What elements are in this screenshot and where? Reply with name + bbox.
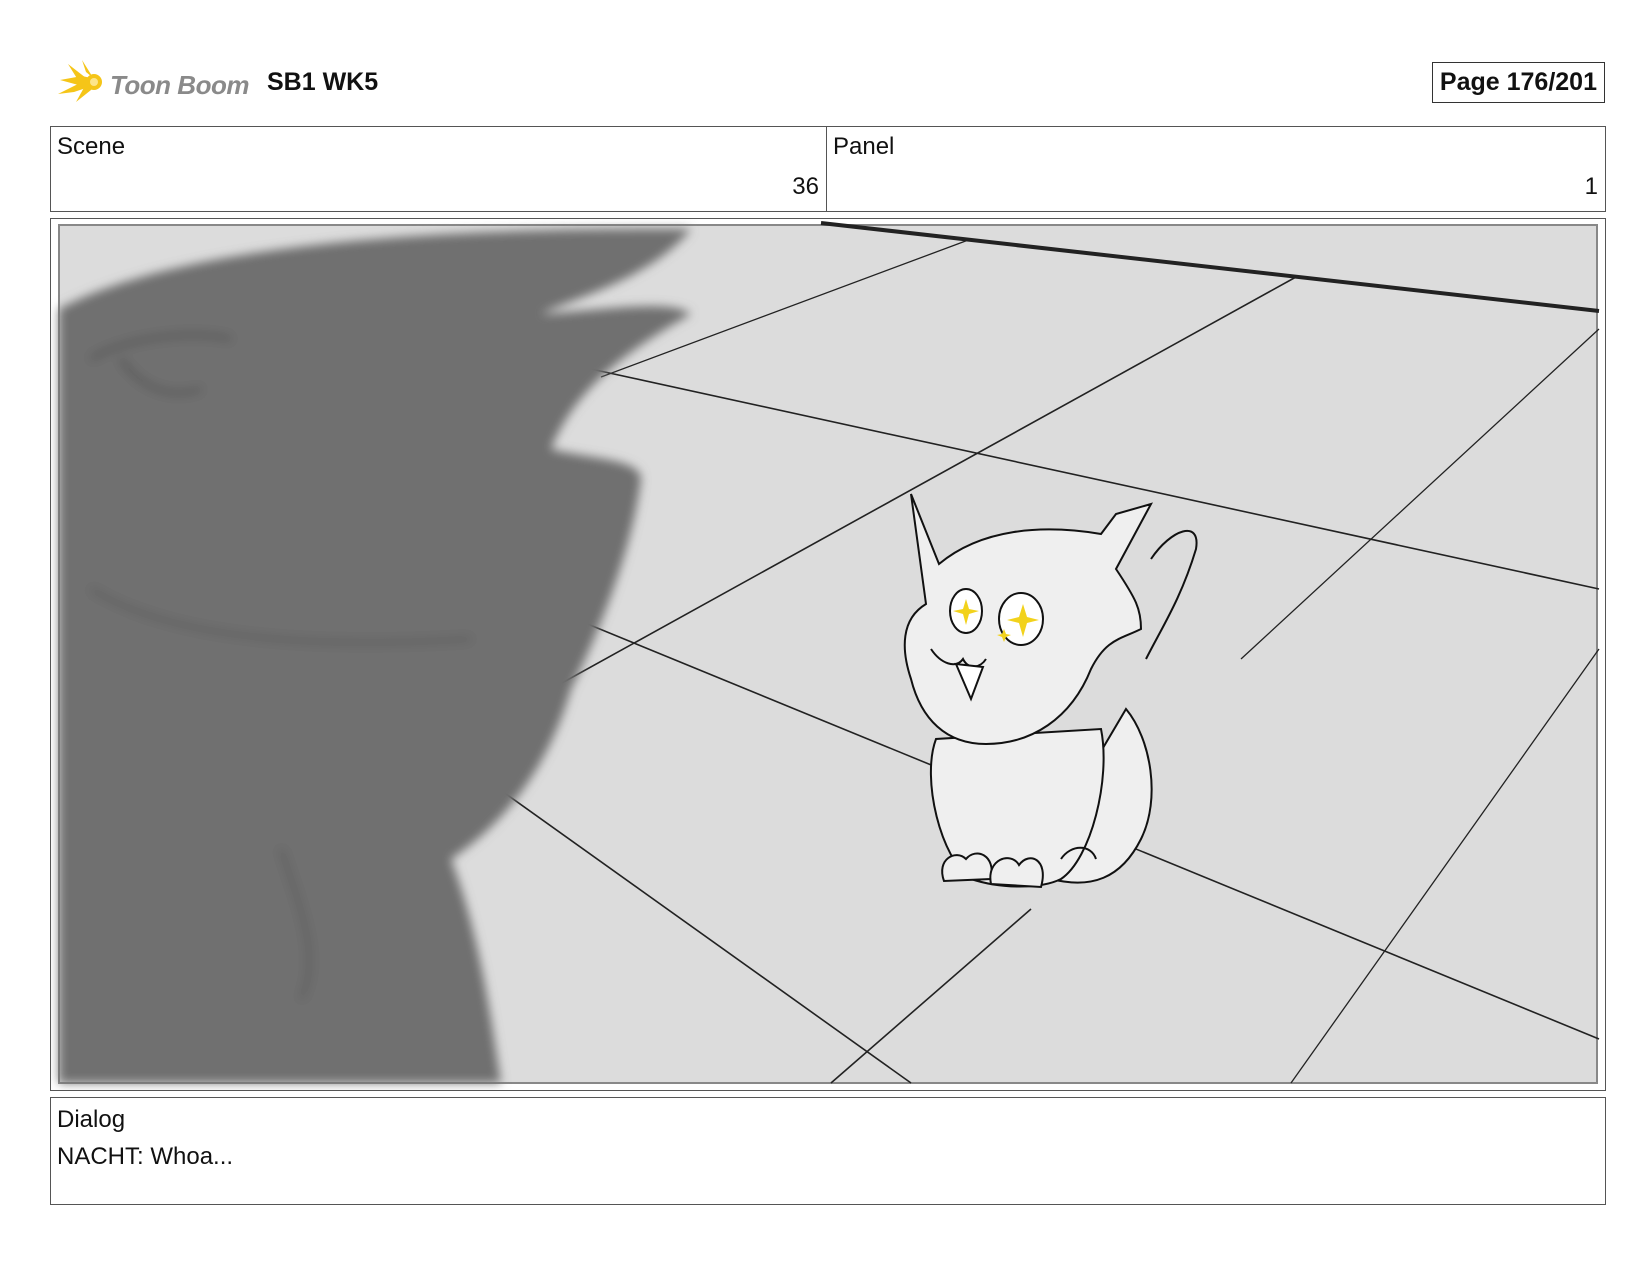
storyboard-panel-image	[50, 218, 1606, 1091]
panel-value: 1	[1584, 173, 1598, 200]
toon-boom-logo: Toon Boom	[52, 58, 252, 108]
panel-drawing	[58, 221, 1600, 1084]
logo-text: Toon Boom	[110, 70, 249, 100]
panel-cell: Panel 1	[827, 127, 1605, 211]
dialog-text: NACHT: Whoa...	[57, 1143, 234, 1170]
scene-label: Scene	[57, 133, 126, 160]
scene-panel-info: Scene 36 Panel 1	[50, 126, 1606, 212]
dialog-box: Dialog NACHT: Whoa...	[50, 1097, 1606, 1205]
panel-label: Panel	[833, 133, 895, 160]
scene-value: 36	[792, 173, 819, 200]
page-number-badge: Page 176/201	[1431, 62, 1605, 103]
project-title: SB1 WK5	[267, 68, 379, 96]
logo-burst-icon	[58, 60, 102, 102]
scene-cell: Scene 36	[51, 127, 827, 211]
page-header: Toon Boom SB1 WK5 Page 176/201	[50, 55, 1605, 111]
dialog-label: Dialog	[57, 1106, 126, 1133]
